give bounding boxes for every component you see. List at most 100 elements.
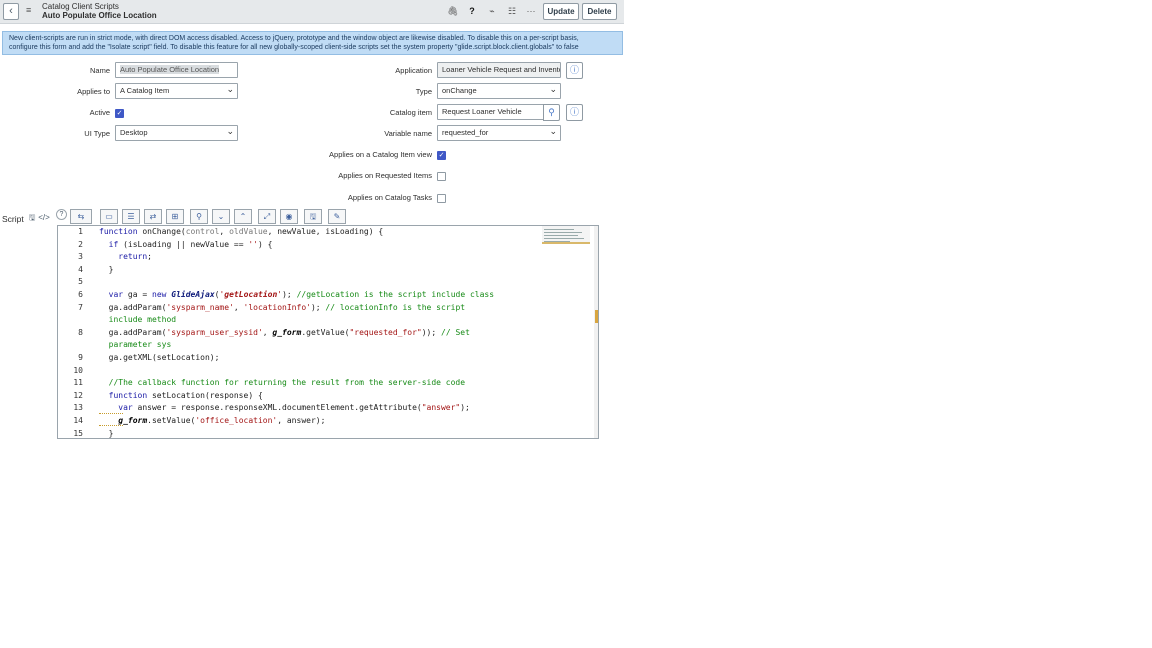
script-label: Script [2,214,24,224]
record-title: Auto Populate Office Location [42,11,157,20]
activity-icon[interactable]: ⌁ [487,6,497,16]
line-number-gutter: 1 2 3 4 5 6 7 8 9 10 11 12 13 14 15 [58,226,94,438]
format-code-button[interactable]: ☰ [122,209,140,224]
line-number: 15 [73,428,83,438]
back-button[interactable]: ‹ [3,3,19,20]
applies-catalog-tasks-label: Applies on Catalog Tasks [347,193,432,202]
code-line: function onChange(control, oldValue, new… [99,227,384,236]
variable-name-select[interactable]: requested_for [437,125,561,141]
hamburger-menu-icon[interactable]: ≡ [26,6,35,15]
info-banner-line1: New client-scripts are run in strict mod… [9,35,579,42]
delete-button[interactable]: Delete [582,3,617,20]
line-number: 11 [73,378,83,388]
help-circle-icon: ◉ [285,212,293,221]
code-line: var ga = new GlideAjax('getLocation'); /… [108,290,495,299]
application-field[interactable]: Loaner Vehicle Request and Invento [437,62,561,78]
application-info-button[interactable]: ⓘ [566,62,583,79]
active-checkbox[interactable]: ✓ [115,109,124,118]
comment-icon: ▭ [105,212,113,221]
ui-type-select[interactable]: Desktop [115,125,238,141]
search-button[interactable]: ⚲ [190,209,208,224]
code-line: ga.getXML(setLocation); [99,353,220,362]
replace-all-button[interactable]: ⊞ [166,209,184,224]
code-line: include method [108,315,177,325]
update-button[interactable]: Update [543,3,579,20]
breadcrumb: Catalog Client Scripts [42,2,119,11]
line-number: 13 [73,403,83,413]
save-script-icon[interactable]: 🖫 [27,212,37,226]
code-minimap[interactable] [542,226,590,244]
script-editor[interactable]: 1 2 3 4 5 6 7 8 9 10 11 12 13 14 15 func… [57,225,599,439]
script-debugger-button[interactable]: ✎ [328,209,346,224]
line-number: 1 [78,227,83,236]
code-line: } [99,264,114,274]
code-line: ga.addParam('sysparm_user_sysid', g_form… [99,327,470,337]
active-label: Active [89,108,110,117]
code-view-icon[interactable]: </> [38,212,50,226]
info-icon: ⓘ [569,65,579,75]
comment-button[interactable]: ▭ [100,209,118,224]
line-number: 9 [78,353,83,362]
line-number: 3 [78,252,83,262]
code-line: g_form.setValue('office_location', answe… [118,416,326,425]
lint-warning-marker [99,423,123,426]
code-line: ga.addParam('sysparm_name', 'locationInf… [99,302,466,312]
script-help-button[interactable]: ◉ [280,209,298,224]
format-icon: ☰ [127,212,135,221]
line-number: 14 [73,416,83,425]
find-next-button[interactable]: ⌄ [212,209,230,224]
line-number: 2 [78,239,83,249]
more-icon[interactable]: ··· [526,6,536,16]
chevron-down-icon: ⌄ [217,212,225,221]
type-label: Type [415,87,432,96]
help-icon[interactable]: ? [56,209,67,220]
applies-requested-items-checkbox[interactable] [437,172,446,181]
info-icon: ⓘ [569,107,579,117]
fullscreen-button[interactable]: ⤢ [258,209,276,224]
attachment-icon[interactable]: 🖇 [447,6,458,16]
line-number: 5 [78,277,83,287]
find-previous-button[interactable]: ⌃ [234,209,252,224]
editor-scrollbar[interactable] [594,226,598,438]
applies-to-select[interactable]: A Catalog Item [115,83,238,99]
catalog-item-lookup-button[interactable]: ⚲ [543,104,560,121]
ui-type-label: UI Type [84,129,110,138]
applies-requested-items-label: Applies on Requested Items [338,171,432,180]
search-icon: ⚲ [548,107,555,117]
syntax-toggle-icon: ⇆ [77,212,85,221]
help-icon[interactable]: ? [467,6,477,16]
replace-button[interactable]: ⇄ [144,209,162,224]
catalog-item-info-button[interactable]: ⓘ [566,104,583,121]
line-number: 10 [73,365,83,375]
replace-all-icon: ⊞ [171,212,179,221]
catalog-item-field[interactable]: Request Loaner Vehicle [437,104,544,120]
name-label: Name [89,66,110,75]
scrollbar-warning-marker [595,310,598,323]
application-label: Application [395,66,432,75]
lint-warning-marker [99,411,123,414]
applies-to-label: Applies to [77,87,110,96]
code-line: function setLocation(response) { [108,390,263,400]
expand-icon: ⤢ [263,212,271,221]
toggle-syntax-editor-button[interactable]: ⇆ [70,209,92,224]
debug-icon: ✎ [333,212,341,221]
code-line: parameter sys [108,340,172,350]
info-banner-line2: configure this form and add the "Isolate… [9,44,579,51]
save-button[interactable]: 🖫 [304,209,322,224]
applies-catalog-view-label: Applies on a Catalog Item view [329,150,432,159]
line-number: 12 [73,390,83,400]
replace-icon: ⇄ [149,212,157,221]
name-field[interactable]: Auto Populate Office Location [115,62,238,78]
type-select[interactable]: onChange [437,83,561,99]
applies-catalog-tasks-checkbox[interactable] [437,194,446,203]
code-line: if (isLoading || newValue == '') { [108,239,273,249]
code-line: return; [118,252,152,262]
save-icon: 🖫 [309,212,317,221]
settings-icon[interactable]: ☷ [507,6,517,16]
variable-name-label: Variable name [384,129,432,138]
page-title: Catalog Client Scripts Auto Populate Off… [42,2,157,20]
form-header: ‹ ≡ Catalog Client Scripts Auto Populate… [0,0,624,24]
code-line: } [99,428,114,438]
applies-catalog-view-checkbox[interactable]: ✓ [437,151,446,160]
info-banner: New client-scripts are run in strict mod… [2,31,623,55]
